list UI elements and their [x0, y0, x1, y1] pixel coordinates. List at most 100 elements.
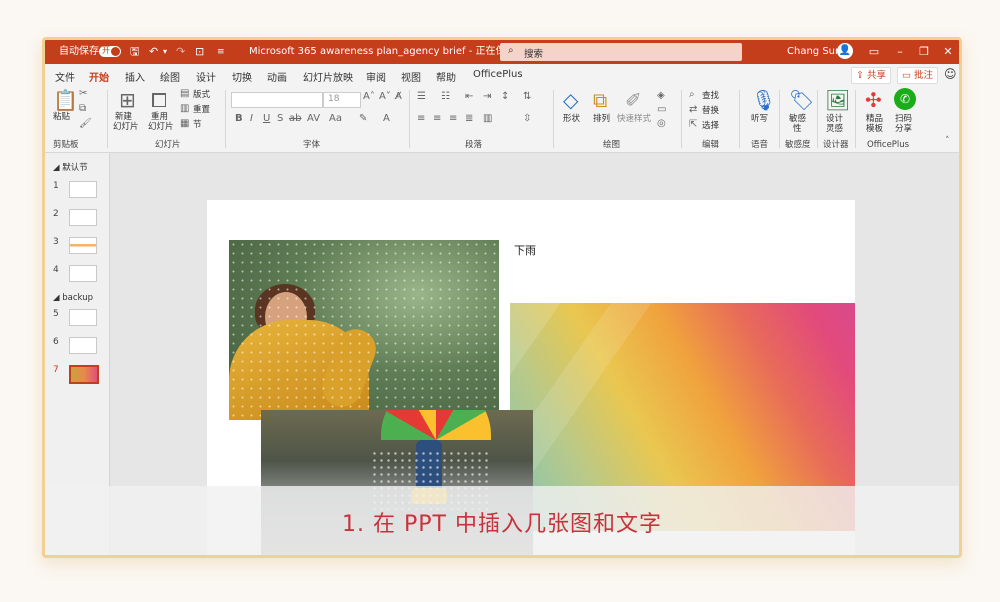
reset-icon[interactable]: ▥: [180, 103, 189, 114]
tab-design[interactable]: 设计: [196, 69, 216, 84]
clear-format-icon[interactable]: A̸: [395, 91, 402, 102]
close-icon[interactable]: ✕: [939, 43, 957, 61]
tab-file[interactable]: 文件: [55, 69, 75, 84]
strikethrough-icon[interactable]: ab: [289, 113, 301, 124]
avatar[interactable]: 👤: [837, 43, 853, 59]
layout-icon[interactable]: ▤: [180, 88, 189, 99]
shadow-icon[interactable]: S: [277, 113, 283, 124]
maximize-icon[interactable]: ❐: [915, 43, 933, 61]
present-icon[interactable]: ⊡: [195, 45, 204, 59]
decrease-indent-icon[interactable]: ⇤: [465, 91, 473, 102]
slide-thumbnail[interactable]: [69, 309, 97, 326]
italic-icon[interactable]: I: [250, 113, 253, 124]
templates-icon[interactable]: ✣: [865, 88, 882, 112]
underline-icon[interactable]: U: [263, 113, 270, 124]
tab-insert[interactable]: 插入: [125, 69, 145, 84]
tab-view[interactable]: 视图: [401, 69, 421, 84]
cut-icon[interactable]: ✂: [79, 88, 87, 99]
font-size-box[interactable]: 18: [323, 92, 361, 108]
copy-icon[interactable]: ⧉: [79, 103, 86, 114]
dictate-icon[interactable]: 🎙: [751, 88, 776, 112]
user-name[interactable]: Chang Sun: [787, 45, 841, 59]
section-default[interactable]: ◢ 默认节: [53, 161, 88, 173]
slide-thumbnail-selected[interactable]: [69, 365, 99, 384]
ribbon-display-icon[interactable]: ▭: [865, 43, 883, 61]
undo-dropdown-icon[interactable]: ▾: [163, 45, 167, 59]
highlight-icon[interactable]: ✎: [359, 113, 367, 124]
slide-title-text[interactable]: 下雨: [514, 242, 536, 258]
layout-label[interactable]: 版式: [193, 90, 210, 100]
slide-thumbnail[interactable]: [69, 337, 97, 354]
tab-transitions[interactable]: 切换: [232, 69, 252, 84]
comment-button[interactable]: ▭ 批注: [897, 67, 939, 84]
shape-fill-icon[interactable]: ◈: [657, 90, 665, 101]
numbering-icon[interactable]: ☷: [441, 91, 450, 102]
justify-icon[interactable]: ≣: [465, 113, 473, 124]
redo-icon[interactable]: ↷: [176, 45, 185, 59]
share-button[interactable]: ⇪ 共享: [851, 67, 892, 84]
customize-qat-icon[interactable]: ≡: [217, 45, 225, 59]
document-title[interactable]: Microsoft 365 awareness plan_agency brie…: [249, 45, 533, 59]
tab-animations[interactable]: 动画: [267, 69, 287, 84]
save-icon[interactable]: 🖫: [130, 45, 139, 59]
new-slide-icon[interactable]: ⊞: [119, 88, 136, 112]
increase-indent-icon[interactable]: ⇥: [483, 91, 491, 102]
wechat-share-icon[interactable]: ✆: [894, 88, 916, 110]
bold-icon[interactable]: B: [235, 113, 243, 124]
decrease-font-icon[interactable]: A˅: [379, 91, 391, 102]
shape-effects-icon[interactable]: ◎: [657, 118, 666, 129]
photo-woman-in-rain[interactable]: [229, 240, 499, 420]
align-text-icon[interactable]: ⇳: [523, 113, 531, 124]
section-label[interactable]: 节: [193, 120, 202, 130]
tab-help[interactable]: 帮助: [436, 69, 456, 84]
tab-draw[interactable]: 绘图: [160, 69, 180, 84]
bullets-icon[interactable]: ☰: [417, 91, 426, 102]
arrange-icon[interactable]: ⧉: [593, 88, 607, 112]
section-icon[interactable]: ▦: [180, 118, 189, 129]
paste-icon[interactable]: 📋: [53, 88, 78, 112]
find-icon[interactable]: ⌕: [689, 89, 695, 100]
undo-icon[interactable]: ↶: [149, 45, 158, 59]
sensitivity-icon[interactable]: 🏷: [789, 88, 814, 112]
powerpoint-window: 自动保存 开 🖫 ↶ ▾ ↷ ⊡ ≡ Microsoft 365 awarene…: [45, 40, 959, 555]
section-backup[interactable]: ◢ backup: [53, 293, 93, 303]
tab-review[interactable]: 审阅: [366, 69, 386, 84]
collapse-ribbon-icon[interactable]: ˄: [945, 136, 950, 146]
spacing-icon[interactable]: AV: [307, 113, 320, 124]
text-direction-icon[interactable]: ⇅: [523, 91, 531, 102]
replace-label[interactable]: 替换: [702, 106, 719, 116]
change-case-icon[interactable]: Aa: [329, 113, 342, 124]
select-icon[interactable]: ⇱: [689, 119, 697, 130]
font-name-box[interactable]: [231, 92, 323, 108]
shape-outline-icon[interactable]: ▭: [657, 104, 666, 115]
tab-slideshow[interactable]: 幻灯片放映: [303, 69, 353, 84]
increase-font-icon[interactable]: A˄: [363, 91, 375, 102]
reuse-slides-icon[interactable]: ⧠: [151, 88, 167, 112]
align-right-icon[interactable]: ≡: [449, 113, 457, 124]
format-painter-icon[interactable]: 🖌: [79, 118, 92, 129]
tab-officeplus[interactable]: OfficePlus: [473, 69, 523, 80]
replace-icon[interactable]: ⇄: [689, 104, 697, 115]
shapes-icon[interactable]: ◇: [563, 88, 578, 112]
quick-styles-icon[interactable]: ✐: [625, 88, 642, 112]
find-label[interactable]: 查找: [702, 91, 719, 101]
select-label[interactable]: 选择: [702, 121, 719, 131]
align-center-icon[interactable]: ≡: [433, 113, 441, 124]
line-spacing-icon[interactable]: ↕: [501, 91, 509, 102]
ribbon-separator: [681, 90, 682, 148]
slide-thumbnail[interactable]: [69, 265, 97, 282]
align-left-icon[interactable]: ≡: [417, 113, 425, 124]
tab-home[interactable]: 开始: [89, 69, 109, 88]
group-editing: 编辑: [702, 140, 720, 150]
slide-thumbnail[interactable]: [69, 181, 97, 198]
slide-thumbnail[interactable]: [69, 237, 97, 254]
minimize-icon[interactable]: –: [891, 43, 909, 61]
font-color-icon[interactable]: A: [383, 113, 390, 124]
search-box[interactable]: ⌕ 搜索: [500, 43, 742, 61]
reset-label[interactable]: 重置: [193, 105, 210, 115]
slide-thumbnail[interactable]: [69, 209, 97, 226]
designer-icon[interactable]: 🖼: [825, 88, 850, 112]
columns-icon[interactable]: ▥: [483, 113, 492, 124]
feedback-smiley-icon[interactable]: ☺: [944, 67, 957, 81]
autosave-toggle[interactable]: 开: [99, 46, 121, 57]
